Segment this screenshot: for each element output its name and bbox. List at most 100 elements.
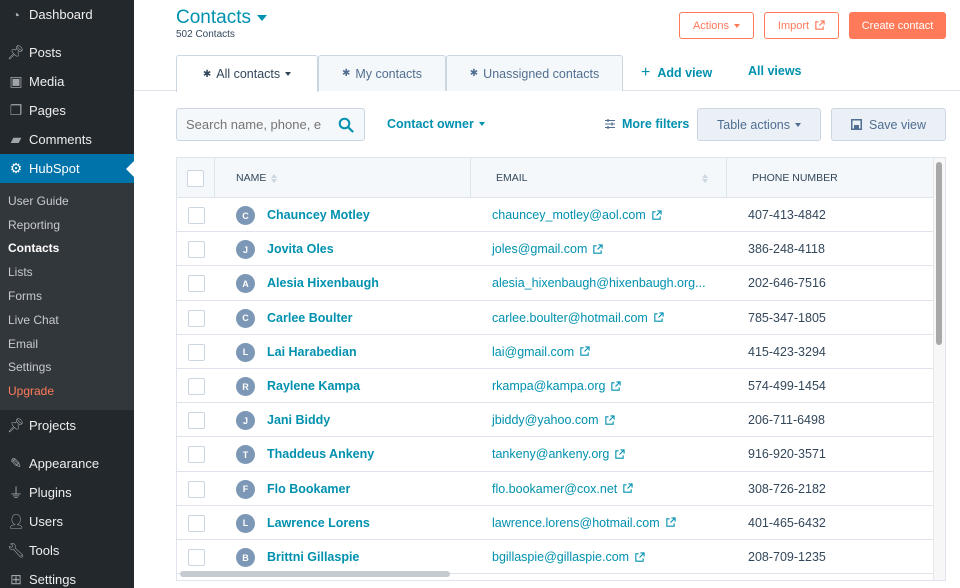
table-row[interactable]: F Flo Bookamer flo.bookamer@cox.net 308-726… — [177, 472, 934, 506]
external-link-icon[interactable] — [614, 449, 626, 460]
row-checkbox[interactable] — [188, 343, 205, 361]
import-button[interactable]: Import — [764, 12, 839, 39]
tab-my-contacts[interactable]: ✱ My contacts — [318, 55, 446, 91]
search-box[interactable] — [176, 108, 365, 141]
table-row[interactable]: R Raylene Kampa rkampa@kampa.org 574-499-14… — [177, 369, 934, 404]
sidebar-item-dashboard[interactable]: ◔ Dashboard — [0, 0, 134, 29]
table-row[interactable]: L Lai Harabedian lai@gmail.com 415-423-3294 — [177, 335, 934, 369]
row-checkbox[interactable] — [188, 514, 205, 532]
all-views-link[interactable]: All views — [748, 64, 802, 78]
page-title[interactable]: Contacts — [176, 7, 267, 29]
row-checkbox[interactable] — [188, 412, 205, 430]
submenu-email[interactable]: Email — [0, 332, 134, 356]
contact-name-link[interactable]: Thaddeus Ankeny — [267, 447, 374, 461]
submenu-forms[interactable]: Forms — [0, 284, 134, 308]
sidebar-item-settings[interactable]: ⊞ Settings — [0, 565, 134, 588]
contact-email-link[interactable]: jbiddy@yahoo.com — [492, 413, 615, 427]
submenu-contacts[interactable]: Contacts — [0, 237, 134, 261]
table-row[interactable]: J Jani Biddy jbiddy@yahoo.com 206-711-6498 — [177, 403, 934, 438]
submenu-upgrade[interactable]: Upgrade — [0, 379, 134, 403]
tab-all-contacts[interactable]: ✱ All contacts — [176, 55, 318, 92]
actions-button[interactable]: Actions — [679, 12, 754, 39]
sidebar-item-users[interactable]: 👤︎ Users — [0, 507, 134, 536]
contact-email-link[interactable]: alesia_hixenbaugh@hixenbaugh.org... — [492, 276, 706, 290]
table-row[interactable]: L Lawrence Lorens lawrence.lorens@hotmail.… — [177, 506, 934, 540]
contact-email-link[interactable]: bgillaspie@gillaspie.com — [492, 550, 645, 564]
vertical-scrollbar-thumb[interactable] — [936, 162, 942, 345]
external-link-icon[interactable] — [622, 483, 633, 494]
table-actions-button[interactable]: Table actions — [697, 108, 821, 141]
sidebar-item-posts[interactable]: 📌︎ Posts — [0, 38, 134, 67]
sidebar-item-plugins[interactable]: ⏚ Plugins — [0, 478, 134, 507]
sidebar-item-projects[interactable]: 📌︎ Projects — [0, 411, 134, 440]
contact-name-link[interactable]: Alesia Hixenbaugh — [267, 276, 379, 290]
contact-name-link[interactable]: Raylene Kampa — [267, 379, 360, 393]
external-link-icon[interactable] — [610, 380, 622, 392]
table-row[interactable]: C Chauncey Motley chauncey_motley@aol.com 4… — [177, 198, 934, 233]
contact-name-link[interactable]: Flo Bookamer — [267, 482, 350, 496]
column-header-email[interactable]: EMAIL — [471, 158, 727, 198]
contact-owner-filter[interactable]: Contact owner — [387, 117, 485, 131]
table-row[interactable]: J Jovita Oles joles@gmail.com 386-248-4118 — [177, 232, 934, 267]
save-view-button[interactable]: Save view — [831, 108, 946, 141]
contact-name-link[interactable]: Lawrence Lorens — [267, 516, 370, 530]
row-checkbox[interactable] — [188, 207, 205, 224]
contact-email-link[interactable]: carlee.boulter@hotmail.com — [492, 311, 664, 325]
row-checkbox[interactable] — [188, 309, 205, 327]
contact-email-link[interactable]: lai@gmail.com — [492, 345, 590, 359]
horizontal-scrollbar-thumb[interactable] — [180, 571, 450, 577]
contact-email-link[interactable]: tankeny@ankeny.org — [492, 447, 626, 461]
search-input[interactable] — [186, 117, 334, 132]
row-checkbox[interactable] — [188, 378, 205, 395]
row-checkbox[interactable] — [188, 549, 205, 566]
vertical-scrollbar-track[interactable] — [933, 158, 945, 580]
contact-name-link[interactable]: Jani Biddy — [267, 413, 330, 427]
row-checkbox[interactable] — [188, 241, 205, 259]
table-row[interactable]: A Alesia Hixenbaugh alesia_hixenbaugh@hixe… — [177, 266, 934, 301]
contact-name-link[interactable]: Jovita Oles — [267, 242, 334, 256]
add-view-button[interactable]: + Add view — [641, 64, 712, 82]
external-link-icon[interactable] — [604, 415, 615, 426]
external-link-icon[interactable] — [579, 346, 590, 357]
contact-name-link[interactable]: Carlee Boulter — [267, 311, 352, 325]
contact-email-link[interactable]: lawrence.lorens@hotmail.com — [492, 516, 676, 530]
sort-icon[interactable] — [702, 173, 708, 183]
table-row[interactable]: B Brittni Gillaspie bgillaspie@gillaspie.c… — [177, 540, 934, 575]
select-all-checkbox[interactable] — [187, 169, 204, 187]
column-header-phone[interactable]: PHONE NUMBER — [727, 158, 934, 198]
external-link-icon[interactable] — [592, 244, 603, 255]
external-link-icon[interactable] — [651, 209, 662, 221]
external-link-icon[interactable] — [634, 551, 645, 563]
contact-name-link[interactable]: Lai Harabedian — [267, 345, 357, 359]
contact-name-link[interactable]: Chauncey Motley — [267, 208, 370, 222]
sidebar-item-appearance[interactable]: ✎ Appearance — [0, 449, 134, 478]
external-link-icon[interactable] — [665, 517, 676, 528]
external-link-icon[interactable] — [653, 312, 664, 323]
more-filters-button[interactable]: More filters — [604, 117, 689, 131]
search-icon[interactable] — [338, 117, 354, 133]
contact-email-link[interactable]: chauncey_motley@aol.com — [492, 208, 662, 222]
sort-icon[interactable] — [271, 173, 278, 183]
create-contact-button[interactable]: Create contact — [849, 12, 946, 39]
contact-name-link[interactable]: Brittni Gillaspie — [267, 550, 359, 564]
table-row[interactable]: C Carlee Boulter carlee.boulter@hotmail.co… — [177, 301, 934, 335]
submenu-user-guide[interactable]: User Guide — [0, 189, 134, 213]
submenu-lists[interactable]: Lists — [0, 260, 134, 284]
row-checkbox[interactable] — [188, 480, 205, 498]
sidebar-item-comments[interactable]: ▰ Comments — [0, 125, 134, 154]
contact-email-link[interactable]: flo.bookamer@cox.net — [492, 482, 633, 496]
submenu-reporting[interactable]: Reporting — [0, 213, 134, 237]
submenu-live-chat[interactable]: Live Chat — [0, 308, 134, 332]
column-header-name[interactable]: NAME — [215, 158, 471, 198]
row-checkbox[interactable] — [188, 446, 205, 464]
submenu-settings[interactable]: Settings — [0, 356, 134, 380]
sidebar-item-media[interactable]: ▣ Media — [0, 67, 134, 96]
table-row[interactable]: T Thaddeus Ankeny tankeny@ankeny.org 916-92… — [177, 437, 934, 472]
contact-email-link[interactable]: joles@gmail.com — [492, 242, 603, 256]
sidebar-item-pages[interactable]: ❐ Pages — [0, 96, 134, 125]
sidebar-item-tools[interactable]: 🔧︎ Tools — [0, 536, 134, 565]
contact-email-link[interactable]: rkampa@kampa.org — [492, 379, 622, 393]
sidebar-item-hubspot[interactable]: ⚙︎ HubSpot — [0, 154, 134, 183]
row-checkbox[interactable] — [188, 275, 205, 293]
tab-unassigned-contacts[interactable]: ✱ Unassigned contacts — [446, 55, 623, 91]
